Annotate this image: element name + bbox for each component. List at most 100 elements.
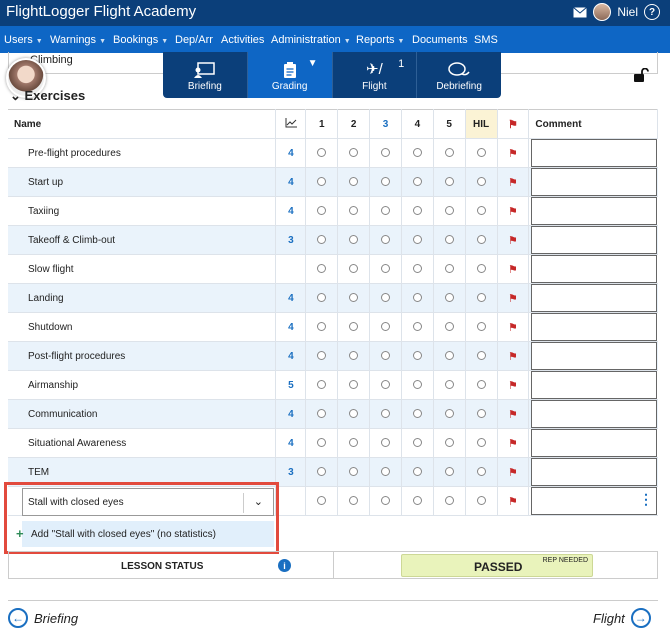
tab-grading[interactable]: ▼ Grading — [247, 52, 333, 98]
grade-radio[interactable] — [412, 177, 422, 187]
grade-radio[interactable] — [412, 438, 422, 448]
grade-radio[interactable] — [444, 235, 454, 245]
hil-radio[interactable] — [476, 409, 486, 419]
grade-radio[interactable] — [349, 264, 359, 274]
grade-radio[interactable] — [412, 409, 422, 419]
comment-field[interactable] — [531, 197, 658, 225]
grade-radio[interactable] — [412, 206, 422, 216]
flag-icon[interactable]: ⚑ — [508, 148, 518, 160]
hil-radio[interactable] — [476, 496, 486, 506]
grade-radio[interactable] — [317, 496, 327, 506]
grade-radio[interactable] — [380, 467, 390, 477]
next-flight-link[interactable]: Flight → — [593, 608, 651, 628]
unlock-icon[interactable] — [633, 68, 649, 82]
grade-radio[interactable] — [444, 496, 454, 506]
hil-radio[interactable] — [476, 235, 486, 245]
grade-radio[interactable] — [444, 351, 454, 361]
hil-radio[interactable] — [476, 148, 486, 158]
grade-radio[interactable] — [349, 206, 359, 216]
grade-radio[interactable] — [317, 380, 327, 390]
grade-radio[interactable] — [349, 177, 359, 187]
grade-radio[interactable] — [317, 467, 327, 477]
grade-radio[interactable] — [349, 496, 359, 506]
nav-activities[interactable]: Activities — [221, 34, 264, 46]
grade-radio[interactable] — [444, 293, 454, 303]
grade-radio[interactable] — [380, 351, 390, 361]
grade-radio[interactable] — [317, 322, 327, 332]
grade-radio[interactable] — [380, 264, 390, 274]
hil-radio[interactable] — [476, 467, 486, 477]
comment-field[interactable] — [531, 226, 658, 254]
nav-reports[interactable]: Reports ▼ — [356, 34, 404, 46]
nav-administration[interactable]: Administration ▼ — [271, 34, 351, 46]
grade-radio[interactable] — [380, 206, 390, 216]
flag-icon[interactable]: ⚑ — [508, 177, 518, 189]
flag-icon[interactable]: ⚑ — [508, 380, 518, 392]
help-icon[interactable]: ? — [644, 4, 660, 20]
grade-radio[interactable] — [444, 438, 454, 448]
nav-warnings[interactable]: Warnings ▼ — [50, 34, 106, 46]
grade-radio[interactable] — [444, 177, 454, 187]
grade-radio[interactable] — [412, 496, 422, 506]
add-exercise-option[interactable]: Add "Stall with closed eyes" (no statist… — [22, 521, 274, 547]
grade-radio[interactable] — [444, 148, 454, 158]
comment-field[interactable] — [531, 342, 658, 370]
flag-icon[interactable]: ⚑ — [508, 322, 518, 334]
hil-radio[interactable] — [476, 293, 486, 303]
grade-radio[interactable] — [349, 148, 359, 158]
section-title[interactable]: ⌄ Exercises — [10, 88, 85, 104]
grade-radio[interactable] — [412, 264, 422, 274]
hil-radio[interactable] — [476, 351, 486, 361]
comment-field[interactable] — [531, 429, 658, 457]
flag-icon[interactable]: ⚑ — [508, 409, 518, 421]
new-exercise-select[interactable]: Stall with closed eyes ⌄ — [22, 488, 274, 516]
grade-radio[interactable] — [317, 206, 327, 216]
grade-radio[interactable] — [412, 351, 422, 361]
grading-dropdown-icon[interactable]: ▼ — [308, 58, 318, 69]
grade-radio[interactable] — [317, 235, 327, 245]
grade-radio[interactable] — [444, 264, 454, 274]
grade-radio[interactable] — [380, 177, 390, 187]
comment-field[interactable] — [531, 168, 658, 196]
hil-radio[interactable] — [476, 438, 486, 448]
add-exercise-icon[interactable]: + — [16, 526, 24, 541]
hil-radio[interactable] — [476, 264, 486, 274]
grade-radio[interactable] — [349, 467, 359, 477]
flag-icon[interactable]: ⚑ — [508, 206, 518, 218]
nav-documents[interactable]: Documents — [412, 34, 468, 46]
grade-radio[interactable] — [380, 148, 390, 158]
nav-dep-arr[interactable]: Dep/Arr — [175, 34, 213, 46]
flag-icon[interactable]: ⚑ — [508, 467, 518, 479]
chevron-down-icon[interactable]: ⌄ — [254, 495, 263, 508]
flag-icon[interactable]: ⚑ — [508, 293, 518, 305]
grade-radio[interactable] — [380, 322, 390, 332]
hil-radio[interactable] — [476, 206, 486, 216]
hil-radio[interactable] — [476, 322, 486, 332]
info-icon[interactable]: i — [278, 559, 291, 572]
flag-icon[interactable]: ⚑ — [508, 438, 518, 450]
flag-icon[interactable]: ⚑ — [508, 264, 518, 276]
grade-radio[interactable] — [317, 438, 327, 448]
tab-briefing[interactable]: Briefing — [163, 52, 248, 98]
nav-users[interactable]: Users ▼ — [4, 34, 43, 46]
grade-radio[interactable] — [349, 380, 359, 390]
grade-radio[interactable] — [317, 293, 327, 303]
user-name[interactable]: Niel — [617, 5, 638, 19]
nav-bookings[interactable]: Bookings ▼ — [113, 34, 168, 46]
flag-icon[interactable]: ⚑ — [508, 496, 518, 508]
grade-radio[interactable] — [317, 148, 327, 158]
grade-radio[interactable] — [444, 322, 454, 332]
grade-radio[interactable] — [380, 380, 390, 390]
header-name[interactable]: Name — [8, 109, 277, 139]
comment-field[interactable] — [531, 313, 658, 341]
flag-icon[interactable]: ⚑ — [508, 351, 518, 363]
tab-debriefing[interactable]: Debriefing — [417, 52, 501, 98]
comment-field[interactable] — [531, 284, 658, 312]
tab-flight[interactable]: ✈/ 1 Flight — [333, 52, 418, 98]
mail-icon[interactable] — [573, 6, 588, 18]
grade-radio[interactable] — [444, 206, 454, 216]
comment-field[interactable] — [531, 371, 658, 399]
hil-radio[interactable] — [476, 177, 486, 187]
user-avatar[interactable] — [593, 3, 612, 21]
nav-sms[interactable]: SMS — [474, 34, 498, 46]
